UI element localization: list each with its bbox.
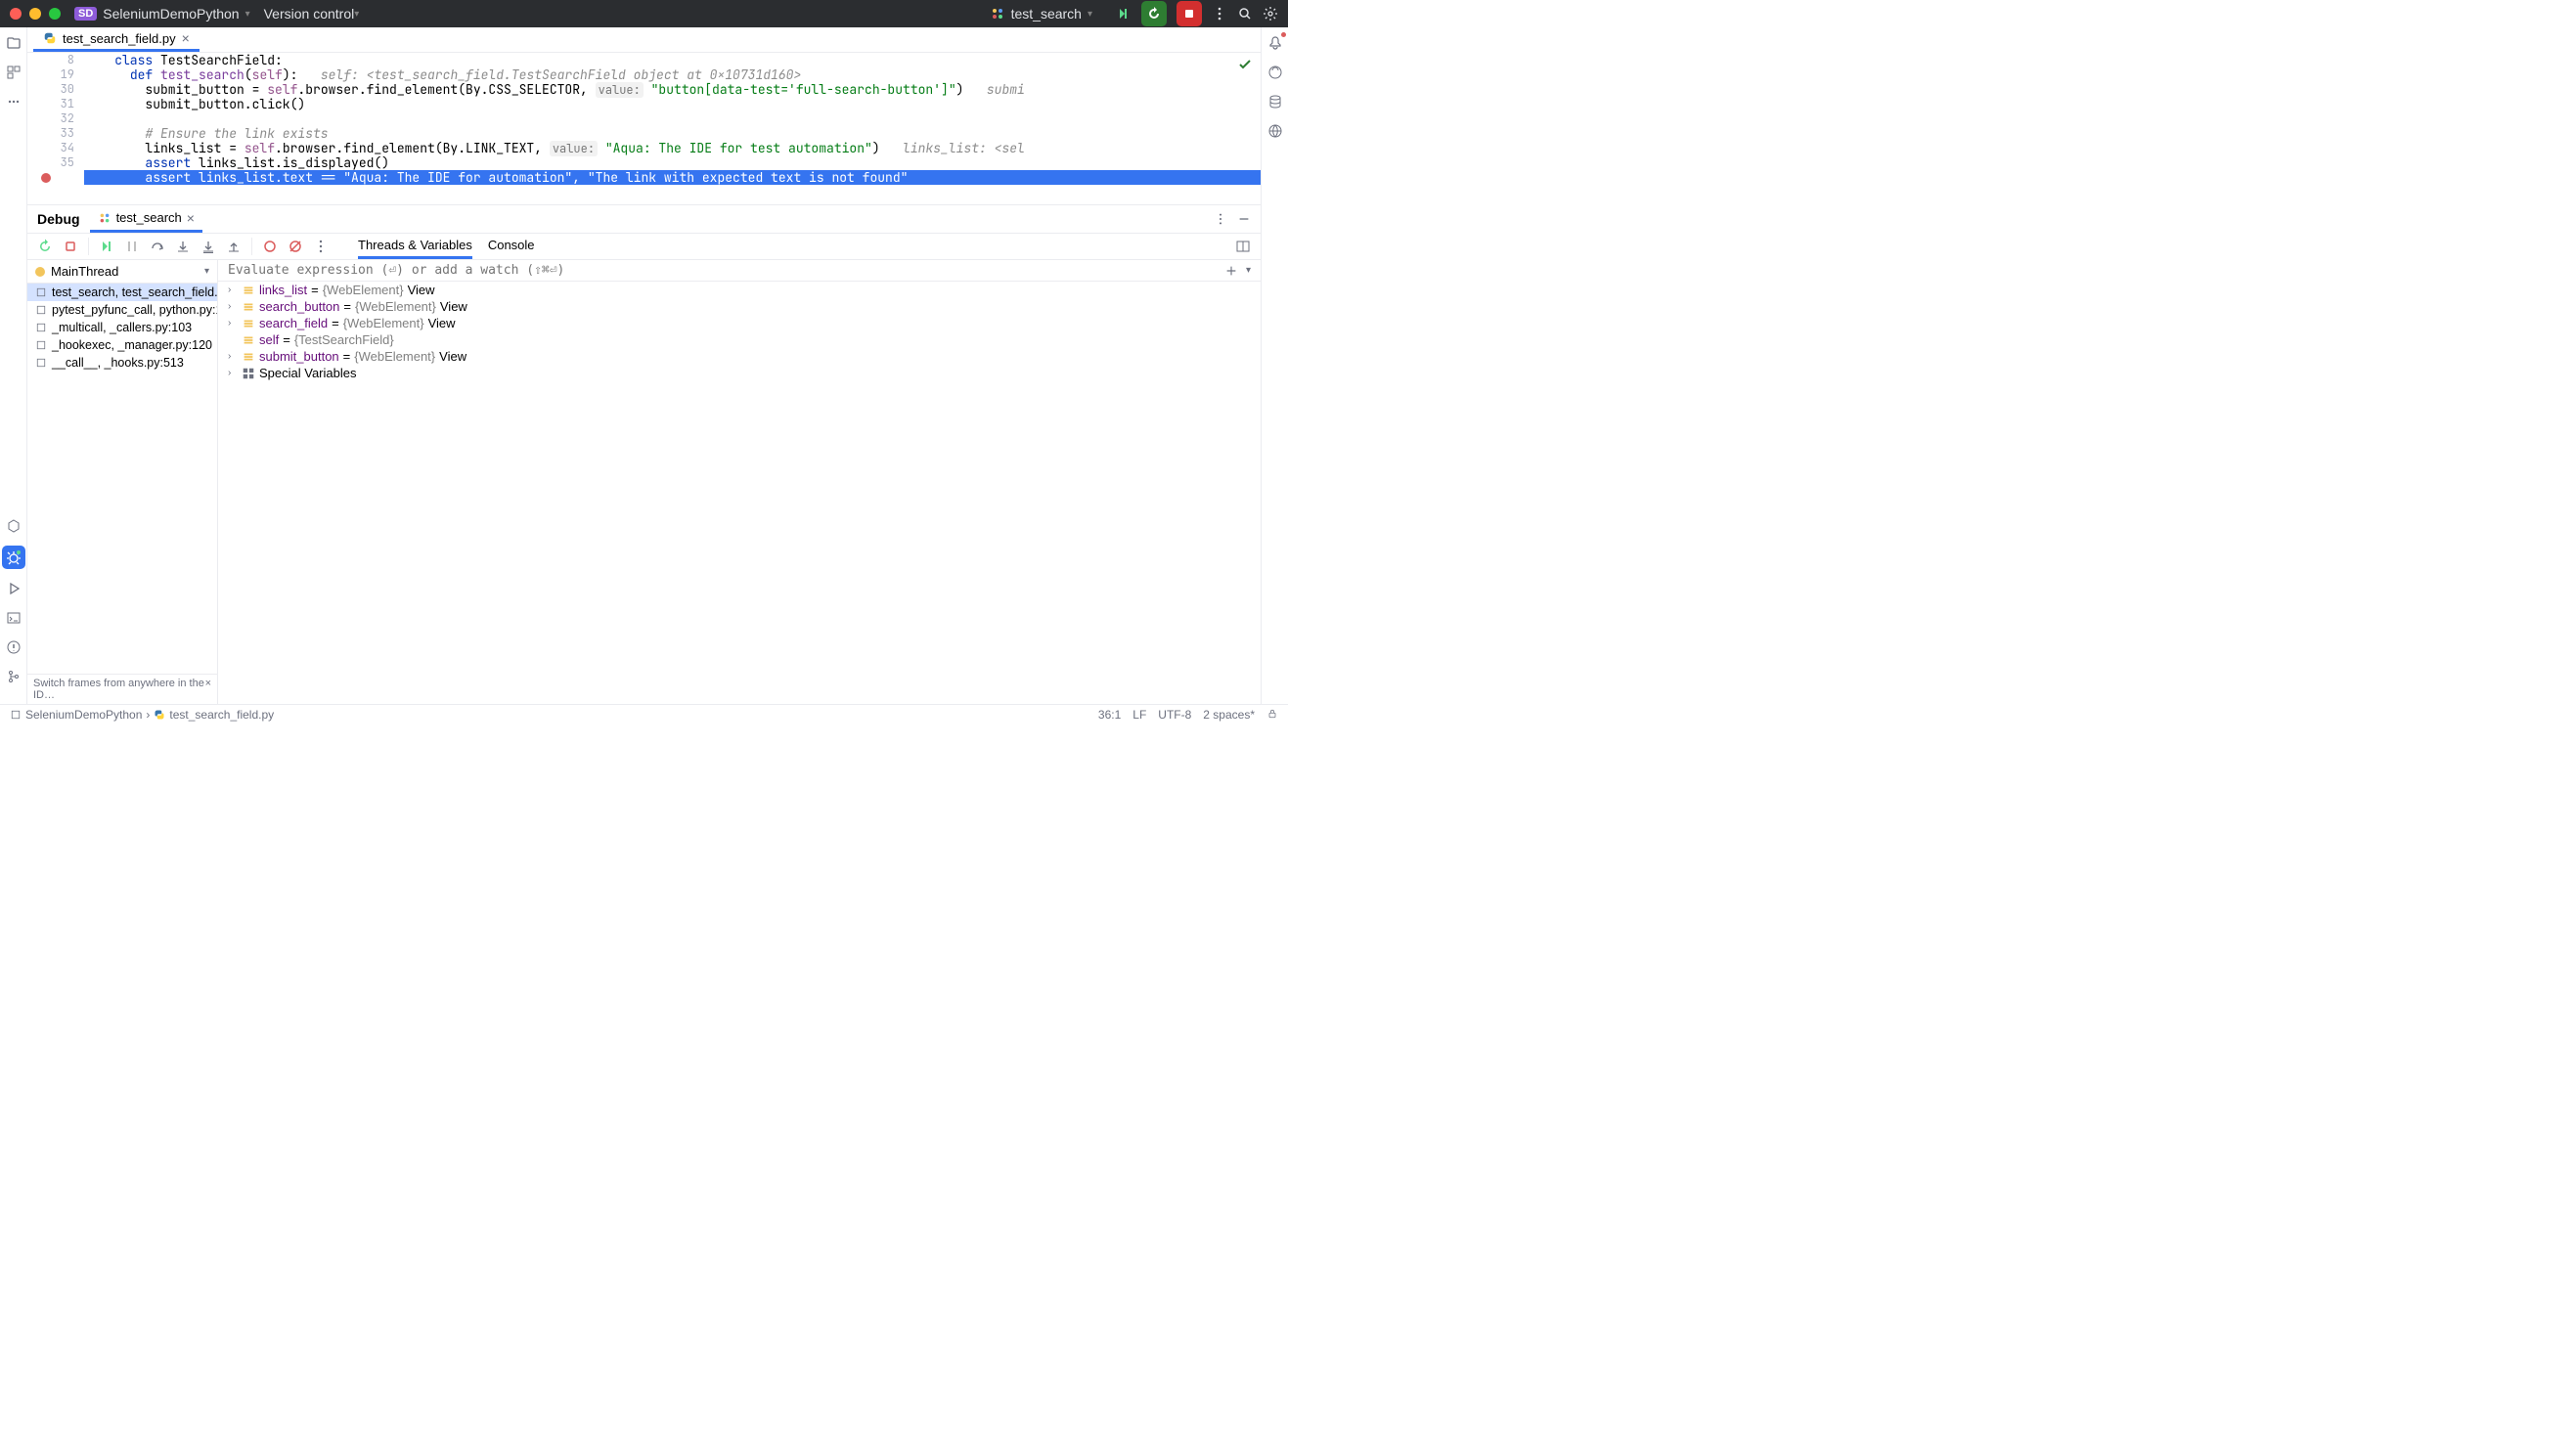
stop-icon[interactable] bbox=[63, 239, 78, 254]
frames-hint: Switch frames from anywhere in the ID… bbox=[33, 678, 205, 701]
close-window-button[interactable] bbox=[10, 8, 22, 20]
breakpoint-icon[interactable] bbox=[41, 173, 51, 183]
gear-icon[interactable] bbox=[1263, 6, 1278, 22]
debug-title: Debug bbox=[37, 211, 80, 227]
stack-frame[interactable]: test_search, test_search_field.py:3 bbox=[27, 284, 217, 301]
close-tab-icon[interactable]: × bbox=[187, 210, 195, 226]
chevron-down-icon: ▾ bbox=[1088, 9, 1092, 20]
stack-frame[interactable]: _multicall, _callers.py:103 bbox=[27, 319, 217, 336]
variable-row[interactable]: ›links_list = {WebElement} View bbox=[218, 282, 1261, 298]
step-out-icon[interactable] bbox=[226, 239, 242, 254]
encoding[interactable]: UTF-8 bbox=[1158, 708, 1191, 722]
variable-row[interactable]: ›submit_button = {WebElement} View bbox=[218, 348, 1261, 365]
git-tool-icon[interactable] bbox=[4, 667, 23, 686]
close-icon[interactable]: × bbox=[205, 678, 211, 701]
stack-frame[interactable]: _hookexec, _manager.py:120 bbox=[27, 336, 217, 354]
threads-variables-tab[interactable]: Threads & Variables bbox=[358, 234, 472, 259]
notifications-icon[interactable] bbox=[1266, 33, 1285, 53]
pytest-icon bbox=[990, 6, 1005, 22]
frames-panel: MainThread ▾ test_search, test_search_fi… bbox=[27, 260, 218, 704]
project-badge: SD bbox=[74, 7, 97, 21]
run-config-label: test_search bbox=[1011, 6, 1082, 22]
gutter[interactable]: 8 19 30 31 32 33 34 35 bbox=[27, 53, 84, 185]
step-into-icon[interactable] bbox=[175, 239, 191, 254]
debug-panel: Debug test_search × bbox=[27, 204, 1261, 704]
debug-tool-icon[interactable] bbox=[2, 546, 25, 569]
line-separator[interactable]: LF bbox=[1133, 708, 1146, 722]
statusbar: SeleniumDemoPython › test_search_field.p… bbox=[0, 704, 1288, 724]
variable-row[interactable]: ›search_field = {WebElement} View bbox=[218, 315, 1261, 331]
step-into-my-icon[interactable] bbox=[200, 239, 216, 254]
stack-frame[interactable]: __call__, _hooks.py:513 bbox=[27, 354, 217, 372]
right-toolbar bbox=[1261, 27, 1288, 704]
stop-button[interactable] bbox=[1177, 1, 1202, 26]
close-tab-icon[interactable]: × bbox=[182, 30, 190, 46]
project-tool-icon[interactable] bbox=[4, 33, 23, 53]
pytest-icon bbox=[98, 211, 111, 225]
thread-selector[interactable]: MainThread ▾ bbox=[27, 260, 217, 284]
ai-assistant-icon[interactable] bbox=[1266, 63, 1285, 82]
debug-toolbar: Threads & Variables Console bbox=[27, 233, 1261, 260]
pause-icon[interactable] bbox=[124, 239, 140, 254]
stack-frame[interactable]: pytest_pyfunc_call, python.py:159 bbox=[27, 301, 217, 319]
module-icon bbox=[10, 709, 22, 721]
code-editor[interactable]: 8 19 30 31 32 33 34 35 class TestSearchF… bbox=[27, 53, 1261, 204]
window-controls bbox=[10, 8, 61, 20]
titlebar: SD SeleniumDemoPython ▾ Version control … bbox=[0, 0, 1288, 27]
step-over-icon[interactable] bbox=[150, 239, 165, 254]
variable-row[interactable]: self = {TestSearchField} bbox=[218, 331, 1261, 348]
rerun-icon[interactable] bbox=[37, 239, 53, 254]
cursor-position[interactable]: 36:1 bbox=[1098, 708, 1121, 722]
editor-tab[interactable]: test_search_field.py × bbox=[33, 27, 200, 52]
chevron-down-icon[interactable]: ▾ bbox=[354, 9, 359, 20]
more-icon[interactable] bbox=[313, 239, 329, 254]
chevron-down-icon[interactable]: ▾ bbox=[245, 9, 250, 20]
more-icon[interactable] bbox=[1214, 212, 1227, 226]
version-control-menu[interactable]: Version control bbox=[264, 6, 355, 22]
add-watch-icon[interactable] bbox=[1224, 264, 1238, 278]
variables-panel: ▾ ›links_list = {WebElement} View›search… bbox=[218, 260, 1261, 704]
checkmark-icon bbox=[1237, 57, 1253, 72]
structure-tool-icon[interactable] bbox=[4, 63, 23, 82]
hexagon-tool-icon[interactable] bbox=[4, 516, 23, 536]
variable-row[interactable]: ›Special Variables bbox=[218, 365, 1261, 381]
evaluate-expression-input[interactable] bbox=[228, 263, 1224, 278]
debug-session-tab[interactable]: test_search × bbox=[90, 205, 202, 233]
chevron-down-icon: ▾ bbox=[204, 266, 209, 277]
database-icon[interactable] bbox=[1266, 92, 1285, 111]
thread-status-icon bbox=[35, 267, 45, 277]
view-breakpoints-icon[interactable] bbox=[262, 239, 278, 254]
minimize-icon[interactable] bbox=[1237, 212, 1251, 226]
tab-label: test_search_field.py bbox=[63, 31, 176, 46]
problems-tool-icon[interactable] bbox=[4, 637, 23, 657]
more-tool-icon[interactable] bbox=[4, 92, 23, 111]
variable-row[interactable]: ›search_button = {WebElement} View bbox=[218, 298, 1261, 315]
mute-breakpoints-icon[interactable] bbox=[288, 239, 303, 254]
search-icon[interactable] bbox=[1237, 6, 1253, 22]
maximize-window-button[interactable] bbox=[49, 8, 61, 20]
lock-icon[interactable] bbox=[1266, 708, 1278, 720]
project-name[interactable]: SeleniumDemoPython bbox=[103, 6, 239, 22]
python-file-icon bbox=[154, 709, 165, 721]
code-area[interactable]: class TestSearchField: def test_search(s… bbox=[84, 53, 1261, 185]
chevron-down-icon[interactable]: ▾ bbox=[1246, 265, 1251, 276]
current-execution-line: assert links_list.text == "Aqua: The IDE… bbox=[84, 170, 1261, 185]
run-tool-icon[interactable] bbox=[4, 579, 23, 598]
more-icon[interactable] bbox=[1212, 6, 1227, 22]
python-file-icon bbox=[43, 31, 57, 45]
editor-tabs: test_search_field.py × bbox=[27, 27, 1261, 53]
resume-icon[interactable] bbox=[99, 239, 114, 254]
run-debug-icon[interactable] bbox=[1116, 6, 1132, 22]
minimize-window-button[interactable] bbox=[29, 8, 41, 20]
console-tab[interactable]: Console bbox=[488, 234, 535, 259]
web-icon[interactable] bbox=[1266, 121, 1285, 141]
left-toolbar bbox=[0, 27, 27, 704]
indent[interactable]: 2 spaces* bbox=[1203, 708, 1255, 722]
run-configuration-selector[interactable]: test_search ▾ bbox=[990, 6, 1106, 22]
layout-icon[interactable] bbox=[1235, 239, 1251, 254]
terminal-tool-icon[interactable] bbox=[4, 608, 23, 628]
rerun-button[interactable] bbox=[1141, 1, 1167, 26]
breadcrumb[interactable]: SeleniumDemoPython › test_search_field.p… bbox=[10, 708, 274, 722]
